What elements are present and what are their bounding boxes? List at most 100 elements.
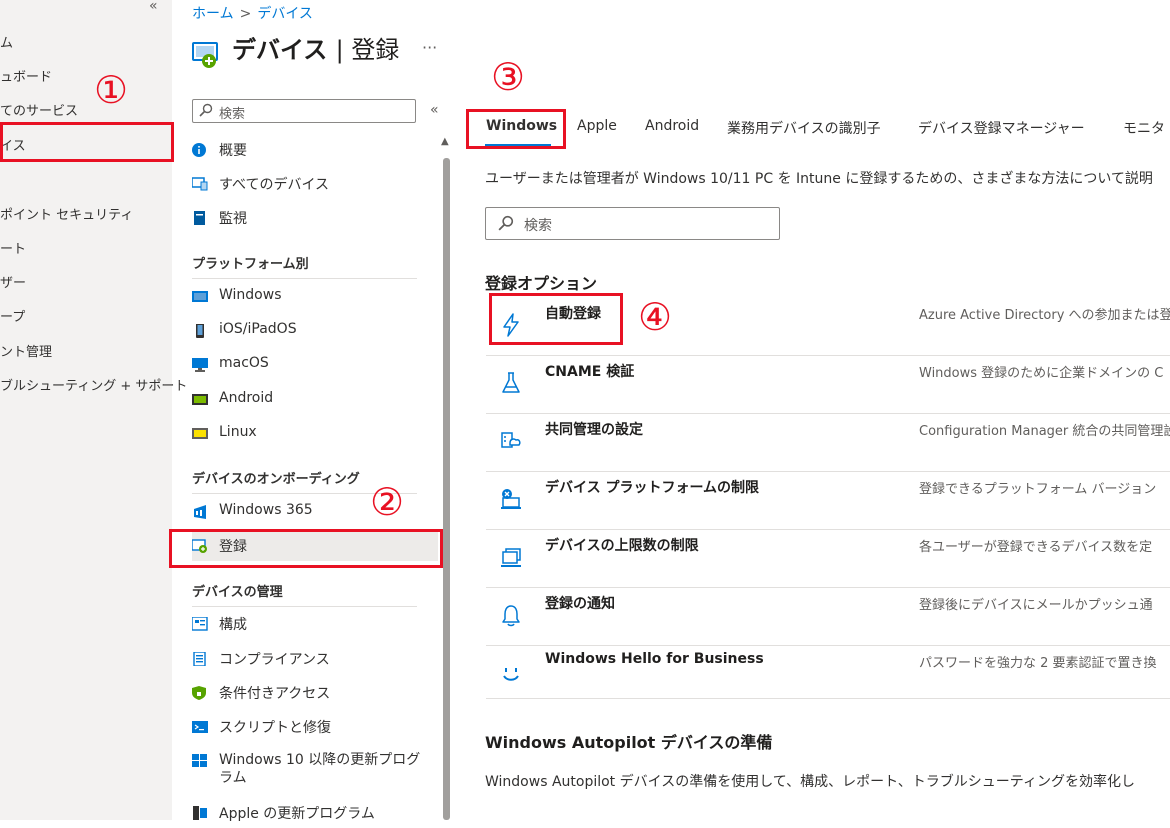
global-nav-item-groups[interactable]: ープ [0, 306, 25, 325]
option-row-cname-validation[interactable]: CNAME 検証 Windows 登録のために企業ドメインの C [486, 355, 1170, 414]
side-nav-search-input[interactable]: 検索 [192, 99, 416, 123]
side-nav-item-linux[interactable]: Linux [192, 419, 438, 449]
side-nav-label: Windows [219, 287, 282, 303]
side-nav-label: iOS/iPadOS [219, 321, 297, 337]
global-nav-item-dashboard[interactable]: ュボード [0, 66, 52, 85]
side-nav-label: Android [219, 390, 274, 406]
side-nav-item-ios[interactable]: iOS/iPadOS [192, 316, 438, 346]
tab-monitor[interactable]: モニタ [1123, 118, 1165, 138]
shield-lock-icon [192, 686, 206, 700]
annotation-box-1 [0, 122, 174, 162]
global-nav-item-tenant-admin[interactable]: ント管理 [0, 341, 52, 360]
side-nav-item-all-devices[interactable]: すべてのデバイス [192, 169, 438, 199]
page-title: デバイス | 登録 [232, 30, 399, 65]
options-search-placeholder: 検索 [524, 218, 552, 234]
option-row-windows-hello[interactable]: Windows Hello for Business パスワードを強力な 2 要… [486, 645, 1170, 699]
windows-hello-face-icon [503, 668, 519, 681]
script-icon [192, 721, 208, 733]
option-row-platform-restrictions[interactable]: デバイス プラットフォームの制限 登録できるプラットフォーム バージョン [486, 471, 1170, 530]
side-nav-label: 概要 [219, 143, 247, 159]
global-nav-item-users[interactable]: ザー [0, 272, 26, 291]
tab-apple[interactable]: Apple [577, 118, 617, 134]
windows-logo-icon [192, 754, 207, 767]
option-row-co-management[interactable]: 共同管理の設定 Configuration Manager 統合の共同管理設 [486, 413, 1170, 472]
search-icon [498, 215, 514, 231]
side-nav-item-macos[interactable]: macOS [192, 350, 438, 380]
option-name[interactable]: 共同管理の設定 [545, 419, 643, 439]
device-limit-icon [501, 548, 521, 567]
section-platform: プラットフォーム別 [192, 253, 417, 279]
side-nav-label: Linux [219, 424, 257, 440]
option-name[interactable]: デバイス プラットフォームの制限 [545, 477, 759, 497]
side-nav-label: コンプライアンス [219, 652, 330, 668]
enrollment-options-heading: 登録オプション [485, 274, 598, 293]
side-nav-item-windows-updates[interactable]: Windows 10 以降の更新プログラム [192, 746, 438, 790]
global-nav-item-reports[interactable]: ート [0, 238, 26, 257]
monitor-book-icon [194, 211, 205, 225]
side-nav-item-conditional-access[interactable]: 条件付きアクセス [192, 678, 438, 708]
side-nav-label: Windows 10 以降の更新プログラム [219, 752, 421, 786]
side-nav-scroll-thumb[interactable] [443, 158, 450, 820]
global-nav-item-endpoint-security[interactable]: ポイント セキュリティ [0, 204, 133, 223]
side-nav-label: 条件付きアクセス [219, 686, 331, 702]
more-options-icon[interactable]: ··· [422, 38, 437, 57]
breadcrumb-devices-link[interactable]: デバイス [257, 6, 313, 22]
side-nav-item-windows[interactable]: Windows [192, 282, 438, 312]
option-name[interactable]: CNAME 検証 [545, 361, 634, 381]
android-device-icon [192, 394, 208, 405]
search-icon [199, 103, 213, 117]
device-enrollment-icon [192, 42, 218, 68]
annotation-box-2 [169, 529, 443, 568]
configuration-icon [192, 617, 208, 631]
option-row-device-limit[interactable]: デバイスの上限数の制限 各ユーザーが登録できるデバイス数を定 [486, 529, 1170, 588]
info-icon [192, 143, 206, 157]
windows-device-icon [192, 291, 208, 302]
page-title-sub: | 登録 [335, 36, 400, 64]
collapse-global-nav-icon[interactable]: « [149, 0, 158, 14]
option-description: Azure Active Directory への参加または登 [919, 308, 1170, 323]
compliance-icon [193, 652, 206, 666]
option-description: 各ユーザーが登録できるデバイス数を定 [919, 540, 1153, 555]
side-nav-item-compliance[interactable]: コンプライアンス [192, 644, 438, 674]
side-nav-search-placeholder: 検索 [219, 107, 246, 122]
side-nav-item-apple-updates[interactable]: Apple の更新プログラム [192, 798, 438, 828]
side-nav-label: 監視 [219, 211, 247, 227]
annotation-box-3 [466, 109, 566, 149]
tab-corporate-device-identifiers[interactable]: 業務用デバイスの識別子 [727, 118, 881, 138]
annotation-number-1: ① [94, 68, 129, 112]
option-description: Windows 登録のために企業ドメインの C [919, 366, 1164, 381]
windows-365-icon [194, 505, 206, 519]
breadcrumb-home-link[interactable]: ホーム [192, 6, 234, 22]
side-nav-item-scripts[interactable]: スクリプトと修復 [192, 712, 438, 742]
autopilot-heading: Windows Autopilot デバイスの準備 [485, 733, 773, 752]
side-nav-item-monitor[interactable]: 監視 [192, 203, 438, 233]
all-devices-icon [192, 177, 208, 191]
global-nav-item-home[interactable]: ム [0, 32, 13, 51]
global-nav-item-all-services[interactable]: てのサービス [0, 100, 78, 119]
apple-updates-icon [193, 806, 207, 820]
option-name[interactable]: 登録の通知 [545, 593, 615, 613]
scroll-up-arrow-icon[interactable]: ▲ [441, 136, 449, 147]
tab-android[interactable]: Android [645, 118, 699, 134]
tab-device-enrollment-managers[interactable]: デバイス登録マネージャー [918, 118, 1085, 138]
option-name[interactable]: デバイスの上限数の制限 [545, 535, 699, 555]
option-description: 登録できるプラットフォーム バージョン [919, 482, 1157, 497]
side-nav-label: すべてのデバイス [219, 177, 330, 193]
autopilot-description: Windows Autopilot デバイスの準備を使用して、構成、レポート、ト… [485, 774, 1135, 790]
side-nav-item-overview[interactable]: 概要 [192, 135, 438, 165]
side-nav-item-android[interactable]: Android [192, 385, 438, 415]
global-nav-item-troubleshooting[interactable]: ブルシューティング + サポート [0, 375, 187, 394]
breadcrumb-separator-icon: > [239, 6, 252, 22]
option-description: 登録後にデバイスにメールかプッシュ通 [919, 598, 1153, 613]
option-description: Configuration Manager 統合の共同管理設 [919, 424, 1170, 439]
collapse-side-nav-icon[interactable]: « [430, 102, 439, 118]
annotation-box-4 [489, 293, 623, 345]
linux-device-icon [192, 428, 208, 439]
option-description: パスワードを強力な 2 要素認証で置き換 [919, 656, 1157, 671]
section-manage: デバイスの管理 [192, 581, 417, 607]
option-row-enrollment-notifications[interactable]: 登録の通知 登録後にデバイスにメールかプッシュ通 [486, 587, 1170, 646]
side-nav-label: 構成 [219, 617, 247, 633]
side-nav-item-configuration[interactable]: 構成 [192, 609, 438, 639]
options-search-input[interactable]: 検索 [485, 207, 780, 240]
option-name[interactable]: Windows Hello for Business [545, 651, 764, 667]
